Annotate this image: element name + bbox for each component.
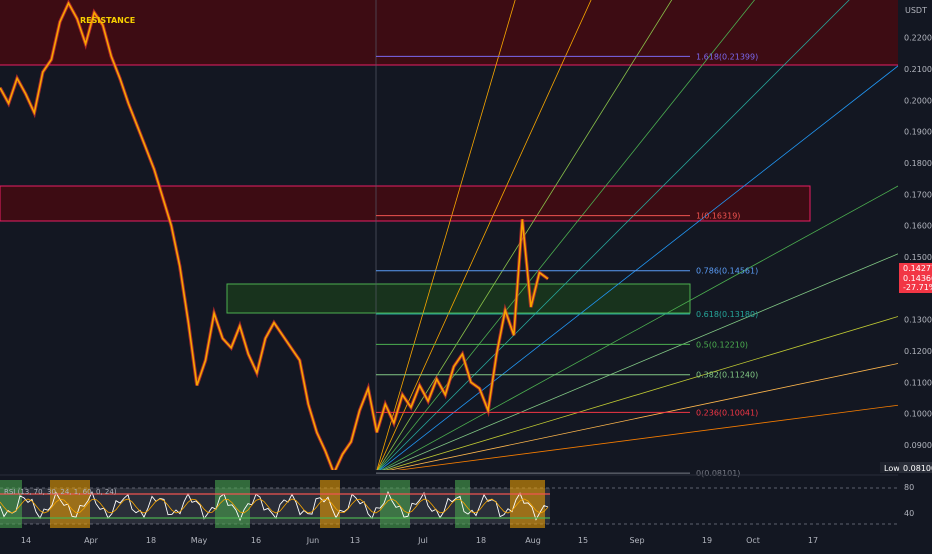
currency-label: USDT xyxy=(905,6,927,15)
x-tick-label: 15 xyxy=(578,536,588,545)
y-tick-label: 0.20000 xyxy=(904,96,932,105)
y-tick-label: 0.11000 xyxy=(904,378,932,387)
rsi-tick-80: 80 xyxy=(904,483,914,492)
trading-chart[interactable]: 1.618(0.21399) 1(0.16319) 0.786(0.14561) 0.… xyxy=(0,0,932,550)
y-tick-label: 0.12000 xyxy=(904,347,932,356)
x-tick-label: Jul xyxy=(417,536,428,545)
x-tick-label: 18 xyxy=(476,536,486,545)
y-tick-label: 0.13000 xyxy=(904,316,932,325)
y-tick-label: 0.16000 xyxy=(904,222,932,231)
fib-level-label: 0.236(0.10041) xyxy=(696,408,758,417)
y-tick-label: 0.09000 xyxy=(904,441,932,450)
rsi-tick-40: 40 xyxy=(904,509,914,518)
low-price-value: 0.08100 xyxy=(903,464,932,473)
x-tick-label: 17 xyxy=(808,536,818,545)
y-tick-label: 0.21000 xyxy=(904,65,932,74)
x-tick-label: Sep xyxy=(629,536,644,545)
x-tick-label: Oct xyxy=(746,536,760,545)
x-tick-label: Aug xyxy=(525,536,541,545)
x-tick-label: 13 xyxy=(350,536,360,545)
y-tick-label: 0.17000 xyxy=(904,190,932,199)
fib-level-label: 0.5(0.12210) xyxy=(696,340,748,349)
rsi-title: RSI (13, 70, 30, 24, 1, 60, 0, 24) xyxy=(4,488,117,496)
fib-level-label: 0(0.08101) xyxy=(696,469,740,478)
y-tick-label: 0.15000 xyxy=(904,253,932,262)
x-tick-label: 19 xyxy=(702,536,712,545)
x-tick-label: 18 xyxy=(146,536,156,545)
x-tick-label: May xyxy=(191,536,208,545)
second-price-value: 0.14366 xyxy=(903,274,932,283)
fib-level-label: 0.786(0.14561) xyxy=(696,267,758,276)
y-tick-label: 0.10000 xyxy=(904,410,932,419)
y-tick-label: 0.19000 xyxy=(904,128,932,137)
y-tick-label: 0.22000 xyxy=(904,34,932,43)
rsi-zone xyxy=(215,480,250,528)
resistance-zone-top xyxy=(0,0,898,65)
last-price-value: 0.14277 xyxy=(903,264,932,273)
fib-level-label: 0.618(0.13180) xyxy=(696,310,758,319)
fib-level-label: 1(0.16319) xyxy=(696,212,740,221)
rsi-zone xyxy=(380,480,410,528)
rsi-zone xyxy=(510,480,545,528)
fib-level-label: 1.618(0.21399) xyxy=(696,52,758,61)
price-change-value: -27.71% xyxy=(903,283,932,292)
price-chart-svg[interactable]: 1.618(0.21399) 1(0.16319) 0.786(0.14561) 0.… xyxy=(0,0,932,550)
y-tick-label: 0.18000 xyxy=(904,159,932,168)
resistance-label: RESISTANCE xyxy=(80,16,135,25)
x-tick-label: Jun xyxy=(306,536,320,545)
support-zone xyxy=(226,283,691,314)
fib-level-label: 0.382(0.11240) xyxy=(696,371,758,380)
rsi-zone xyxy=(455,480,470,528)
x-tick-label: 16 xyxy=(251,536,261,545)
x-tick-label: Apr xyxy=(84,536,99,545)
x-tick-label: 14 xyxy=(21,536,31,545)
low-label: Low xyxy=(884,464,900,473)
